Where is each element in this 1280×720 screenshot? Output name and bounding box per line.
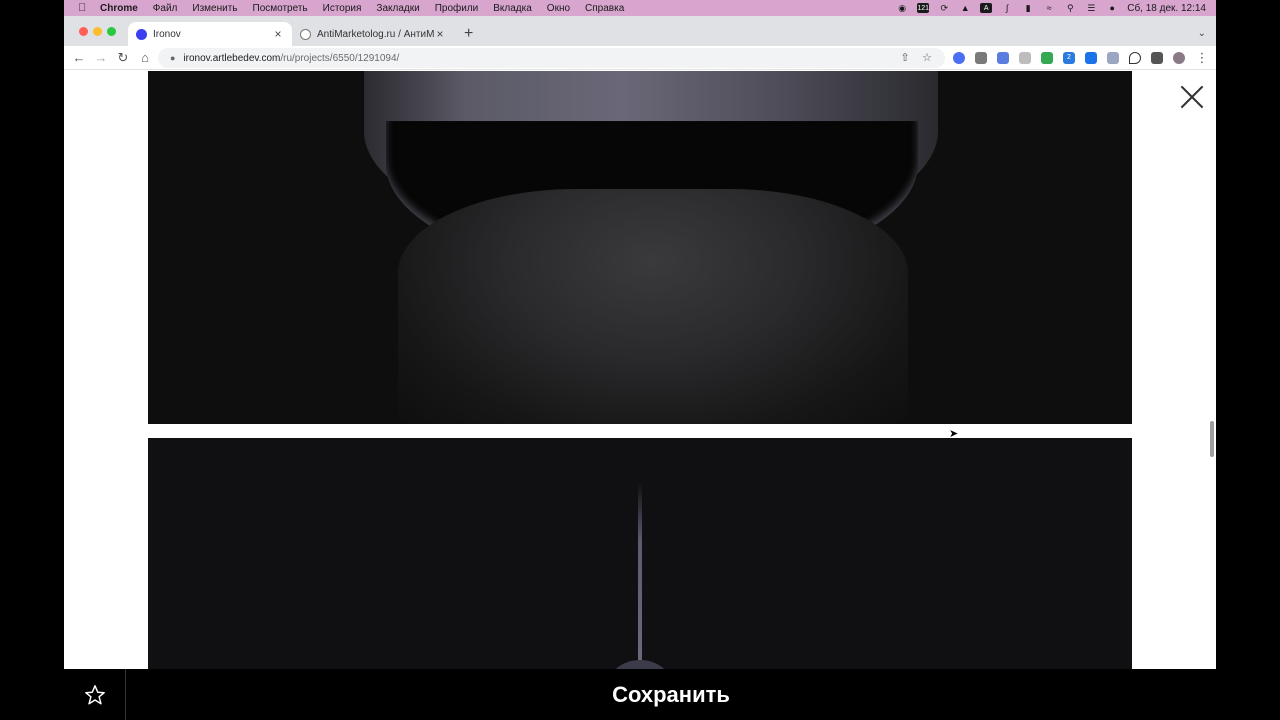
page-scrollbar[interactable] [1210, 421, 1214, 457]
project-image-top [148, 71, 1132, 424]
lock-icon[interactable]: ● [170, 53, 175, 63]
extensions-puzzle-icon[interactable] [1151, 52, 1163, 64]
extension-translate-icon[interactable] [997, 52, 1009, 64]
tab-close-icon[interactable]: × [272, 27, 284, 41]
drive-icon[interactable]: ▲ [959, 3, 971, 13]
extension-reader-icon[interactable] [1107, 52, 1119, 64]
window-close-button[interactable] [79, 27, 88, 36]
bluetooth-icon[interactable]: ∫ [1001, 3, 1013, 13]
badge-count-icon[interactable]: 121 [917, 3, 930, 13]
back-arrow-icon[interactable]: ← [71, 50, 87, 66]
tab-close-icon[interactable]: × [434, 27, 446, 41]
menu-history[interactable]: История [323, 3, 362, 14]
tab-search-chevron-icon[interactable]: ⌄ [1198, 28, 1206, 39]
menu-window[interactable]: Окно [547, 3, 570, 14]
window-zoom-button[interactable] [107, 27, 116, 36]
menu-view[interactable]: Посмотреть [253, 3, 308, 14]
mouse-cursor-icon: ➤ [949, 428, 959, 440]
forward-arrow-icon[interactable]: → [93, 50, 109, 66]
home-icon[interactable]: ⌂ [137, 50, 153, 66]
siri-icon[interactable]: ● [1106, 3, 1118, 13]
extension-badge-icon[interactable]: 2 [1063, 52, 1075, 64]
needle-line [638, 483, 642, 669]
extension-location-icon[interactable] [1129, 52, 1141, 64]
menu-bookmarks[interactable]: Закладки [376, 3, 419, 14]
address-bar[interactable]: ● ironov.artlebedev.com/ru/projects/6550… [158, 48, 945, 68]
ironov-favicon-icon [136, 28, 147, 40]
tab-antimarketolog[interactable]: AntiMarketolog.ru / АнтиМарке... × [292, 22, 454, 46]
browser-tab-strip: Ironov × AntiMarketolog.ru / АнтиМарке..… [64, 16, 1216, 46]
menubar-clock[interactable]: Сб, 18 дек. 12:14 [1127, 3, 1206, 14]
menu-tab[interactable]: Вкладка [493, 3, 532, 14]
text-app-icon[interactable]: A [980, 3, 993, 13]
url-path: /ru/projects/6550/1291094/ [280, 52, 400, 64]
page-viewport: ➤ [64, 71, 1216, 669]
sync-icon[interactable]: ⟳ [938, 3, 950, 13]
menu-help[interactable]: Справка [585, 3, 624, 14]
chrome-menu-kebab-icon[interactable]: ⋮ [1194, 50, 1210, 66]
control-center-icon[interactable]: ☰ [1085, 3, 1097, 13]
battery-icon[interactable]: ▮ [1022, 3, 1034, 13]
share-icon[interactable]: ⇧ [898, 51, 912, 65]
tab-title: Ironov [153, 28, 181, 40]
search-icon[interactable]: ⚲ [1064, 3, 1076, 13]
apple-menu-icon[interactable]:  [78, 2, 90, 14]
favorite-button[interactable] [64, 669, 126, 720]
fur-texture [398, 189, 908, 424]
save-button[interactable]: Сохранить [126, 669, 1216, 720]
extension-drive-icon[interactable] [1041, 52, 1053, 64]
extension-pen-icon[interactable] [975, 52, 987, 64]
new-tab-plus-icon[interactable]: + [464, 26, 473, 42]
bookmark-star-icon[interactable]: ☆ [920, 51, 934, 65]
desktop:  Chrome Файл Изменить Посмотреть Истори… [0, 0, 1280, 720]
profile-avatar[interactable] [1173, 52, 1185, 64]
browser-toolbar: ← → ↻ ⌂ ● ironov.artlebedev.com/ru/proje… [64, 46, 1216, 70]
reload-icon[interactable]: ↻ [115, 50, 131, 66]
star-outline-icon [84, 684, 105, 704]
url-host: ironov.artlebedev.com [183, 52, 281, 64]
close-icon[interactable] [1179, 84, 1205, 110]
menu-app-chrome[interactable]: Chrome [100, 3, 138, 14]
menubar-status-area: ◉ 121 ⟳ ▲ A ∫ ▮ ≈ ⚲ ☰ ● Сб, 18 дек. 12:1… [896, 0, 1206, 16]
record-icon[interactable]: ◉ [896, 3, 908, 13]
needle-base [605, 660, 675, 669]
bottom-action-bar: Сохранить [64, 669, 1216, 720]
wifi-icon[interactable]: ≈ [1043, 3, 1055, 13]
screen:  Chrome Файл Изменить Посмотреть Истори… [64, 0, 1216, 720]
extension-zoom-icon[interactable] [1085, 52, 1097, 64]
extension-color-picker-icon[interactable] [953, 52, 965, 64]
tab-ironov[interactable]: Ironov × [128, 22, 292, 46]
tab-title: AntiMarketolog.ru / АнтиМарке... [317, 28, 434, 40]
project-image-bottom [148, 438, 1132, 669]
menu-file[interactable]: Файл [153, 3, 178, 14]
macos-menubar:  Chrome Файл Изменить Посмотреть Истори… [64, 0, 1216, 16]
antimarketolog-favicon-icon [300, 28, 311, 40]
menu-profiles[interactable]: Профили [435, 3, 479, 14]
window-minimize-button[interactable] [93, 27, 102, 36]
menu-edit[interactable]: Изменить [192, 3, 237, 14]
extension-mail-icon[interactable] [1019, 52, 1031, 64]
